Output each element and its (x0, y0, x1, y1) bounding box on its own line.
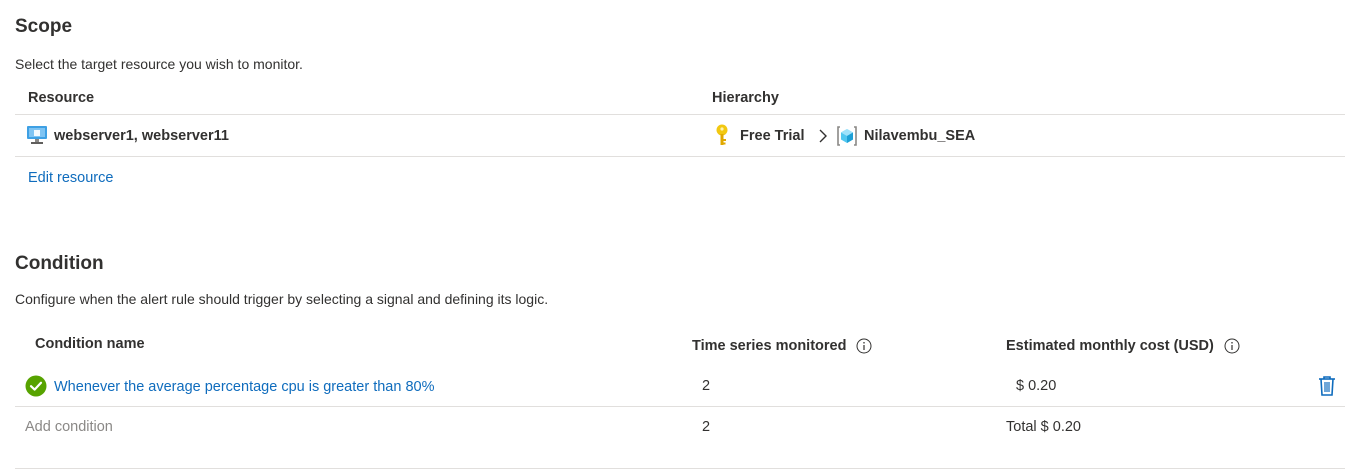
time-series-column-header: Time series monitored (692, 338, 872, 354)
total-monthly-cost: Total $ 0.20 (1006, 419, 1081, 435)
estimated-cost-column-header: Estimated monthly cost (USD) (1006, 338, 1240, 354)
resource-group-name: Nilavembu_SEA (864, 128, 976, 144)
trash-icon[interactable] (1317, 375, 1337, 397)
subscription-free-trial: Free Trial (740, 128, 805, 144)
condition-heading: Condition (15, 253, 104, 274)
condition-row-divider (15, 406, 1345, 407)
success-check-icon (25, 375, 47, 397)
time-series-column-label: Time series monitored (692, 338, 847, 354)
scope-heading: Scope (15, 16, 73, 37)
scope-row-divider (15, 156, 1345, 157)
estimated-cost-column-label: Estimated monthly cost (USD) (1006, 338, 1214, 354)
edit-resource-link[interactable]: Edit resource (28, 170, 113, 186)
virtual-machine-icon (26, 125, 48, 145)
scope-description: Select the target resource you wish to m… (15, 56, 303, 72)
resource-names: webserver1, webserver11 (54, 128, 229, 144)
info-icon[interactable] (856, 338, 872, 354)
condition-name-link[interactable]: Whenever the average percentage cpu is g… (54, 379, 434, 395)
add-condition-button[interactable]: Add condition (25, 419, 113, 435)
info-icon[interactable] (1224, 338, 1240, 354)
time-series-count: 2 (702, 378, 711, 394)
resource-column-header: Resource (28, 90, 95, 106)
condition-name-column-header: Condition name (35, 336, 145, 352)
resource-group-icon (836, 125, 858, 147)
condition-description: Configure when the alert rule should tri… (15, 291, 549, 307)
condition-cost: $ 0.20 (1016, 378, 1057, 394)
total-time-series-count: 2 (702, 419, 711, 435)
chevron-right-icon (818, 129, 828, 143)
condition-bottom-divider (15, 468, 1345, 469)
hierarchy-column-header: Hierarchy (712, 90, 779, 106)
key-icon (715, 124, 729, 148)
